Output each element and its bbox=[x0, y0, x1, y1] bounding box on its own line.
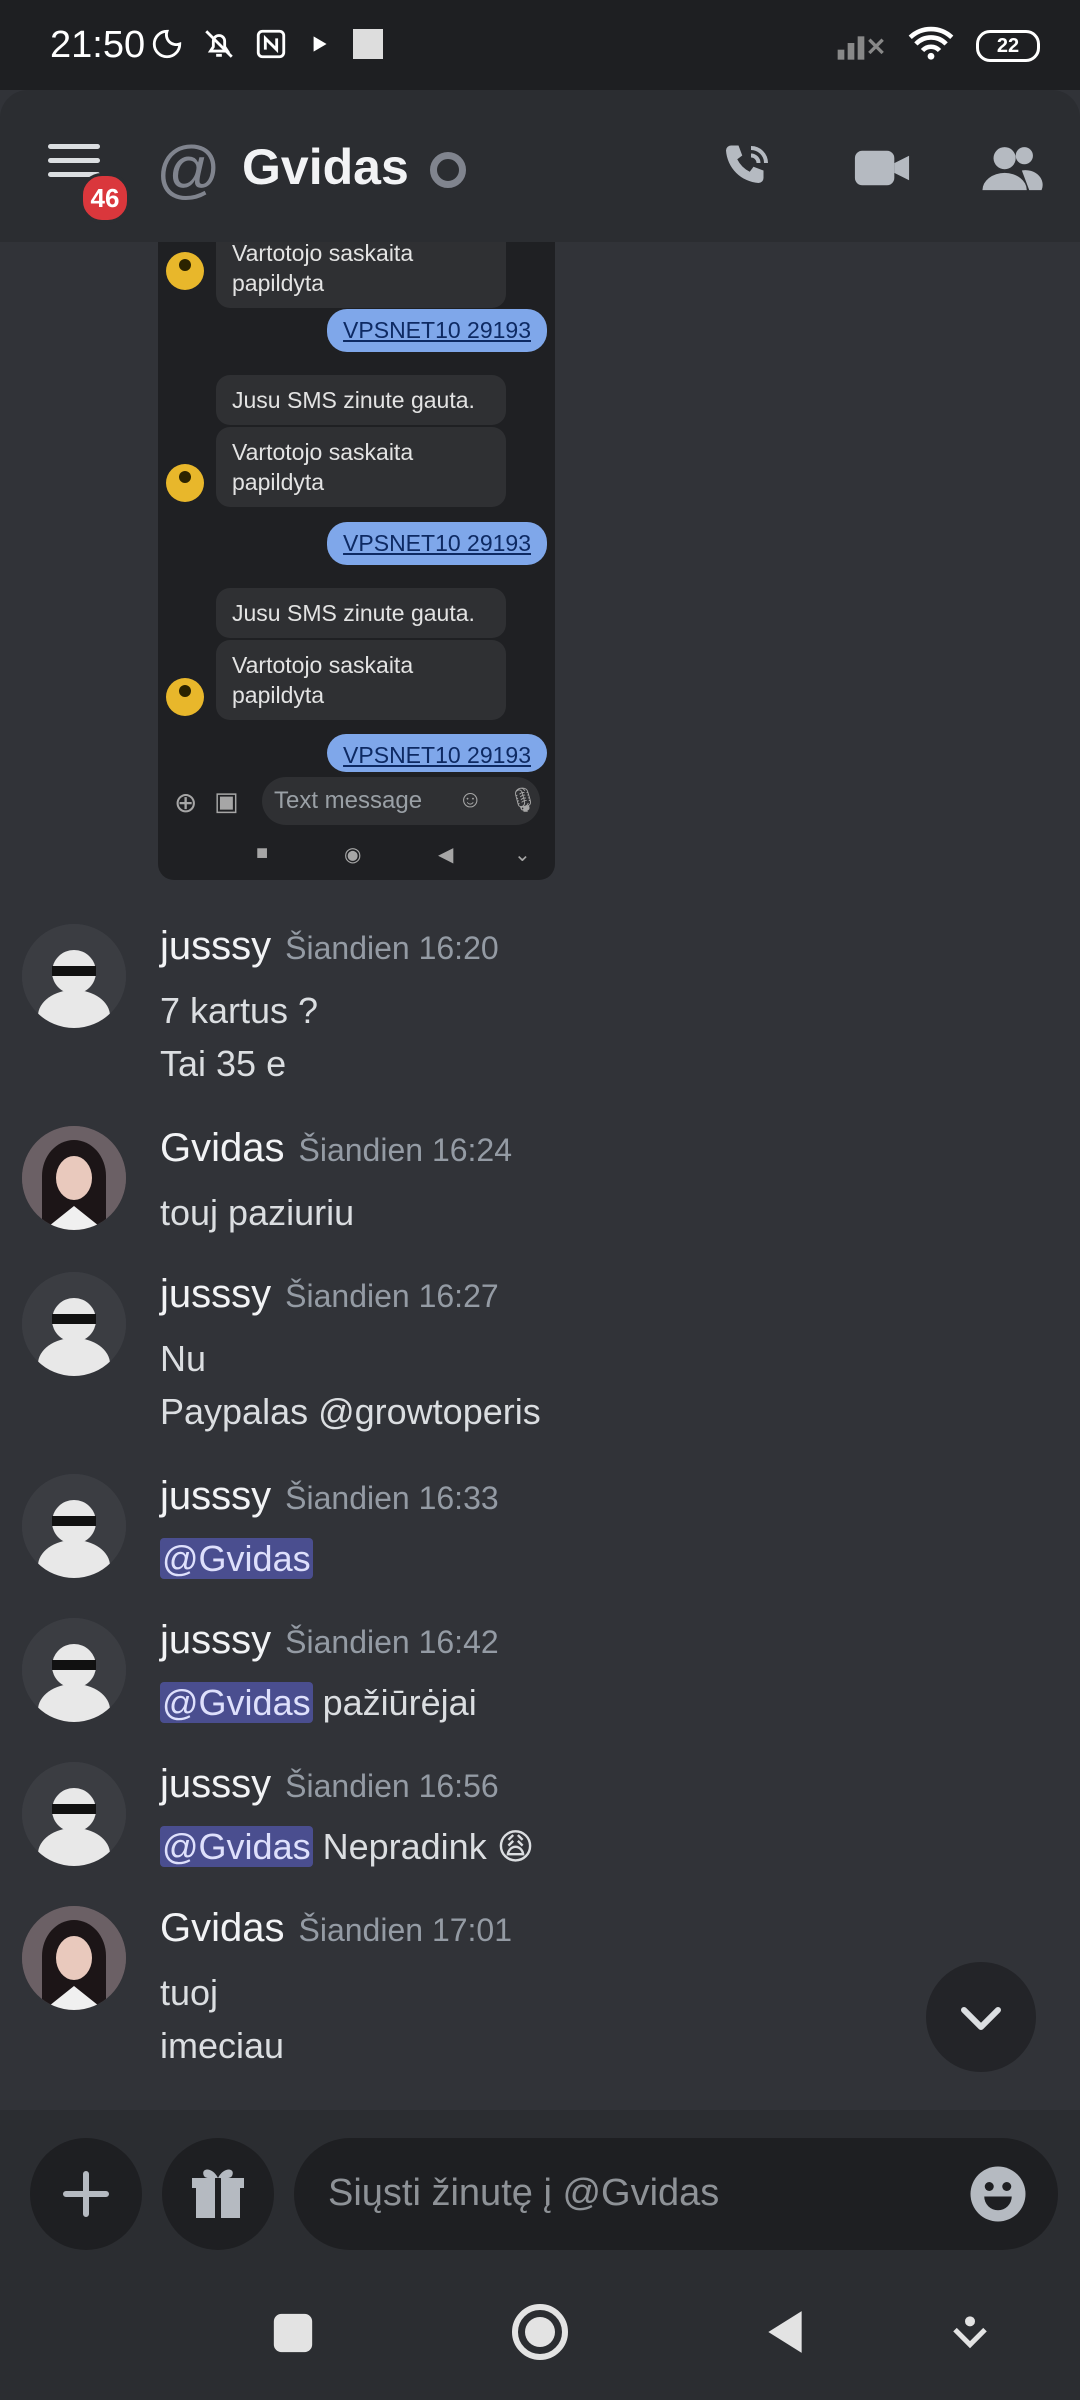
system-nav-bar bbox=[0, 2170, 1080, 2400]
home-icon[interactable] bbox=[510, 2302, 570, 2367]
offline-status-icon bbox=[430, 152, 466, 188]
message-timestamp: Šiandien 16:33 bbox=[285, 1480, 499, 1516]
at-icon: @ bbox=[156, 133, 221, 205]
channel-header: 46 @ Gvidas bbox=[0, 90, 1080, 242]
avatar[interactable] bbox=[22, 1618, 126, 1722]
sender-avatar bbox=[166, 252, 204, 290]
message-timestamp: Šiandien 16:42 bbox=[285, 1624, 499, 1660]
user-mention[interactable]: @Gvidas bbox=[160, 1826, 313, 1867]
avatar[interactable] bbox=[22, 1762, 126, 1866]
user-mention[interactable]: @Gvidas bbox=[160, 1682, 313, 1723]
back-icon[interactable] bbox=[760, 2304, 810, 2365]
keyboard-hide-icon[interactable] bbox=[950, 2310, 990, 2361]
message-text: Paypalas @growtoperis bbox=[160, 1391, 541, 1432]
avatar[interactable] bbox=[22, 1906, 126, 2010]
message-text: touj paziuriu bbox=[160, 1192, 355, 1233]
message-author: jusssy Šiandien 16:27 bbox=[160, 1272, 499, 1316]
message-text: tuoj bbox=[160, 1972, 219, 2013]
signal-icon bbox=[836, 26, 886, 65]
status-icons-right: 22 bbox=[836, 26, 1040, 65]
nav-square-icon: ■ bbox=[256, 842, 269, 864]
nav-down-icon: ⌄ bbox=[514, 844, 531, 866]
sms-input: Text message bbox=[262, 777, 540, 825]
message-timestamp: Šiandien 16:27 bbox=[285, 1278, 499, 1314]
nav-home-icon: ◉ bbox=[344, 844, 362, 866]
phone-call-icon[interactable] bbox=[716, 138, 776, 203]
message-text: Tai 35 e bbox=[160, 1043, 287, 1084]
smile-icon: ☺ bbox=[458, 786, 483, 813]
message-timestamp: Šiandien 17:01 bbox=[298, 1912, 513, 1948]
status-bar: 21:50 22 bbox=[0, 0, 1080, 90]
sms-out-bubble: VPSNET10 29193 bbox=[327, 309, 547, 352]
moon-icon bbox=[150, 27, 184, 66]
message-timestamp: Šiandien 16:20 bbox=[285, 930, 499, 966]
avatar[interactable] bbox=[22, 1126, 126, 1230]
avatar[interactable] bbox=[22, 1474, 126, 1578]
recents-icon[interactable] bbox=[270, 2310, 316, 2361]
sender-avatar bbox=[166, 678, 204, 716]
message-timestamp: Šiandien 16:24 bbox=[298, 1132, 513, 1168]
message-text: Nu bbox=[160, 1338, 207, 1379]
message-text: imeciau bbox=[160, 2025, 285, 2066]
sms-bubble: Vartotojo saskaita papildyta bbox=[216, 242, 506, 308]
message-text: @Gvidas pažiūrėjai bbox=[160, 1682, 477, 1723]
message-author: jusssy Šiandien 16:33 bbox=[160, 1474, 499, 1518]
sms-bubble: Jusu SMS zinute gauta. bbox=[216, 375, 506, 425]
scroll-to-bottom-button[interactable] bbox=[926, 1962, 1036, 2072]
image-attachment[interactable]: Vartotojo saskaita papildyta VPSNET10 29… bbox=[158, 242, 555, 880]
message-author: jusssy Šiandien 16:56 bbox=[160, 1762, 499, 1806]
members-icon[interactable] bbox=[980, 138, 1044, 203]
nav-back-icon: ◀ bbox=[438, 844, 454, 866]
sms-bubble: Vartotojo saskaita papildyta bbox=[216, 427, 506, 507]
avatar[interactable] bbox=[22, 1272, 126, 1376]
message-author: jusssy Šiandien 16:20 bbox=[160, 924, 499, 968]
sender-avatar bbox=[166, 464, 204, 502]
mic-icon: 🎙 bbox=[508, 787, 539, 814]
chevron-down-icon bbox=[961, 2007, 1001, 2030]
play-icon bbox=[306, 31, 332, 62]
sms-out-bubble: VPSNET10 29193 bbox=[327, 734, 547, 772]
battery-indicator: 22 bbox=[976, 29, 1040, 62]
message-text: @Gvidas bbox=[160, 1538, 313, 1580]
message-text: @Gvidas Nepradink 😩 bbox=[160, 1826, 535, 1867]
square-icon bbox=[350, 26, 386, 67]
nfc-icon bbox=[254, 27, 288, 66]
page-title[interactable]: Gvidas bbox=[242, 138, 409, 196]
weary-face-emoji: 😩 bbox=[496, 1826, 535, 1867]
sms-bubble: Jusu SMS zinute gauta. bbox=[216, 588, 506, 638]
message-timestamp: Šiandien 16:56 bbox=[285, 1768, 499, 1804]
sms-out-bubble: VPSNET10 29193 bbox=[327, 522, 547, 565]
sms-bubble: Vartotojo saskaita papildyta bbox=[216, 640, 506, 720]
gallery-icon: ▣ bbox=[214, 786, 239, 816]
status-icons-left bbox=[150, 26, 386, 67]
wifi-icon bbox=[908, 26, 954, 65]
message-author: Gvidas Šiandien 17:01 bbox=[160, 1906, 513, 1950]
status-time: 21:50 bbox=[50, 24, 146, 66]
video-icon[interactable] bbox=[850, 138, 914, 203]
user-mention[interactable]: @Gvidas bbox=[160, 1538, 313, 1579]
message-author: jusssy Šiandien 16:42 bbox=[160, 1618, 499, 1662]
avatar[interactable] bbox=[22, 924, 126, 1028]
plus-circle-icon: ⊕ bbox=[174, 787, 198, 818]
unread-badge: 46 bbox=[80, 173, 130, 223]
message-author: Gvidas Šiandien 16:24 bbox=[160, 1126, 513, 1170]
message-text: 7 kartus ? bbox=[160, 990, 319, 1031]
bell-off-icon bbox=[202, 27, 236, 66]
